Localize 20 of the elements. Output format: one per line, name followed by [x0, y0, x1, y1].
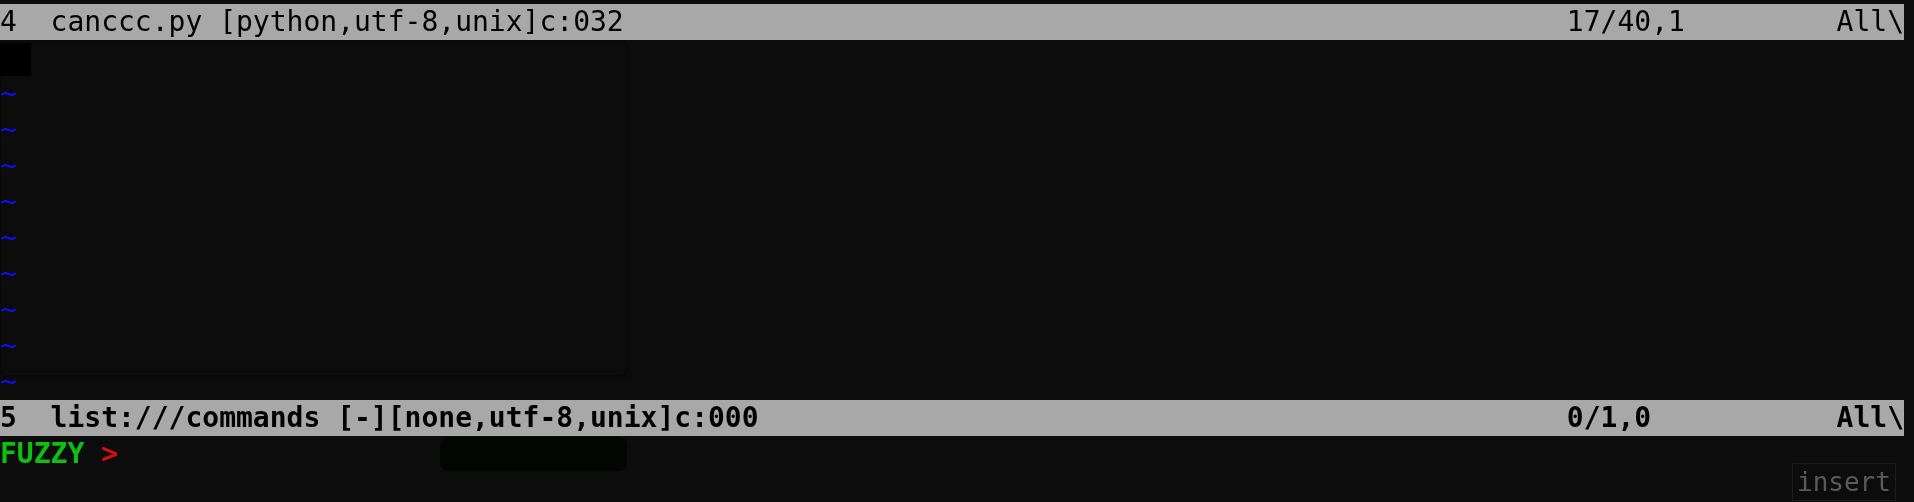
status-text: list:///commands [-][none,utf-8,unix]c:000 — [50, 400, 759, 436]
scroll-indicator: All\ — [1836, 400, 1904, 436]
status-text: canccc.py [python,utf-8,unix]c:032 — [50, 4, 624, 40]
window-number: 4 — [0, 4, 18, 40]
mode-label: insert — [1792, 463, 1896, 501]
scroll-indicator: All\ — [1836, 4, 1904, 40]
cursor-position: 0/1,0 — [1566, 400, 1653, 436]
empty-line-marker: ~ — [0, 328, 17, 364]
cursor-position: 17/40,1 — [1566, 4, 1686, 40]
empty-line-marker: ~ — [0, 184, 17, 220]
prompt-mode: FUZZY — [0, 436, 85, 472]
empty-line-marker: ~ — [0, 112, 17, 148]
prompt-symbol: > — [101, 436, 118, 472]
empty-line-marker: ~ — [0, 256, 17, 292]
empty-line-marker: ~ — [0, 292, 17, 328]
empty-line-marker: ~ — [0, 76, 17, 112]
empty-line-marker: ~ — [0, 148, 17, 184]
empty-line-marker: ~ — [0, 220, 17, 256]
empty-line-marker: ~ — [0, 364, 17, 400]
window-number: 5 — [0, 400, 18, 436]
